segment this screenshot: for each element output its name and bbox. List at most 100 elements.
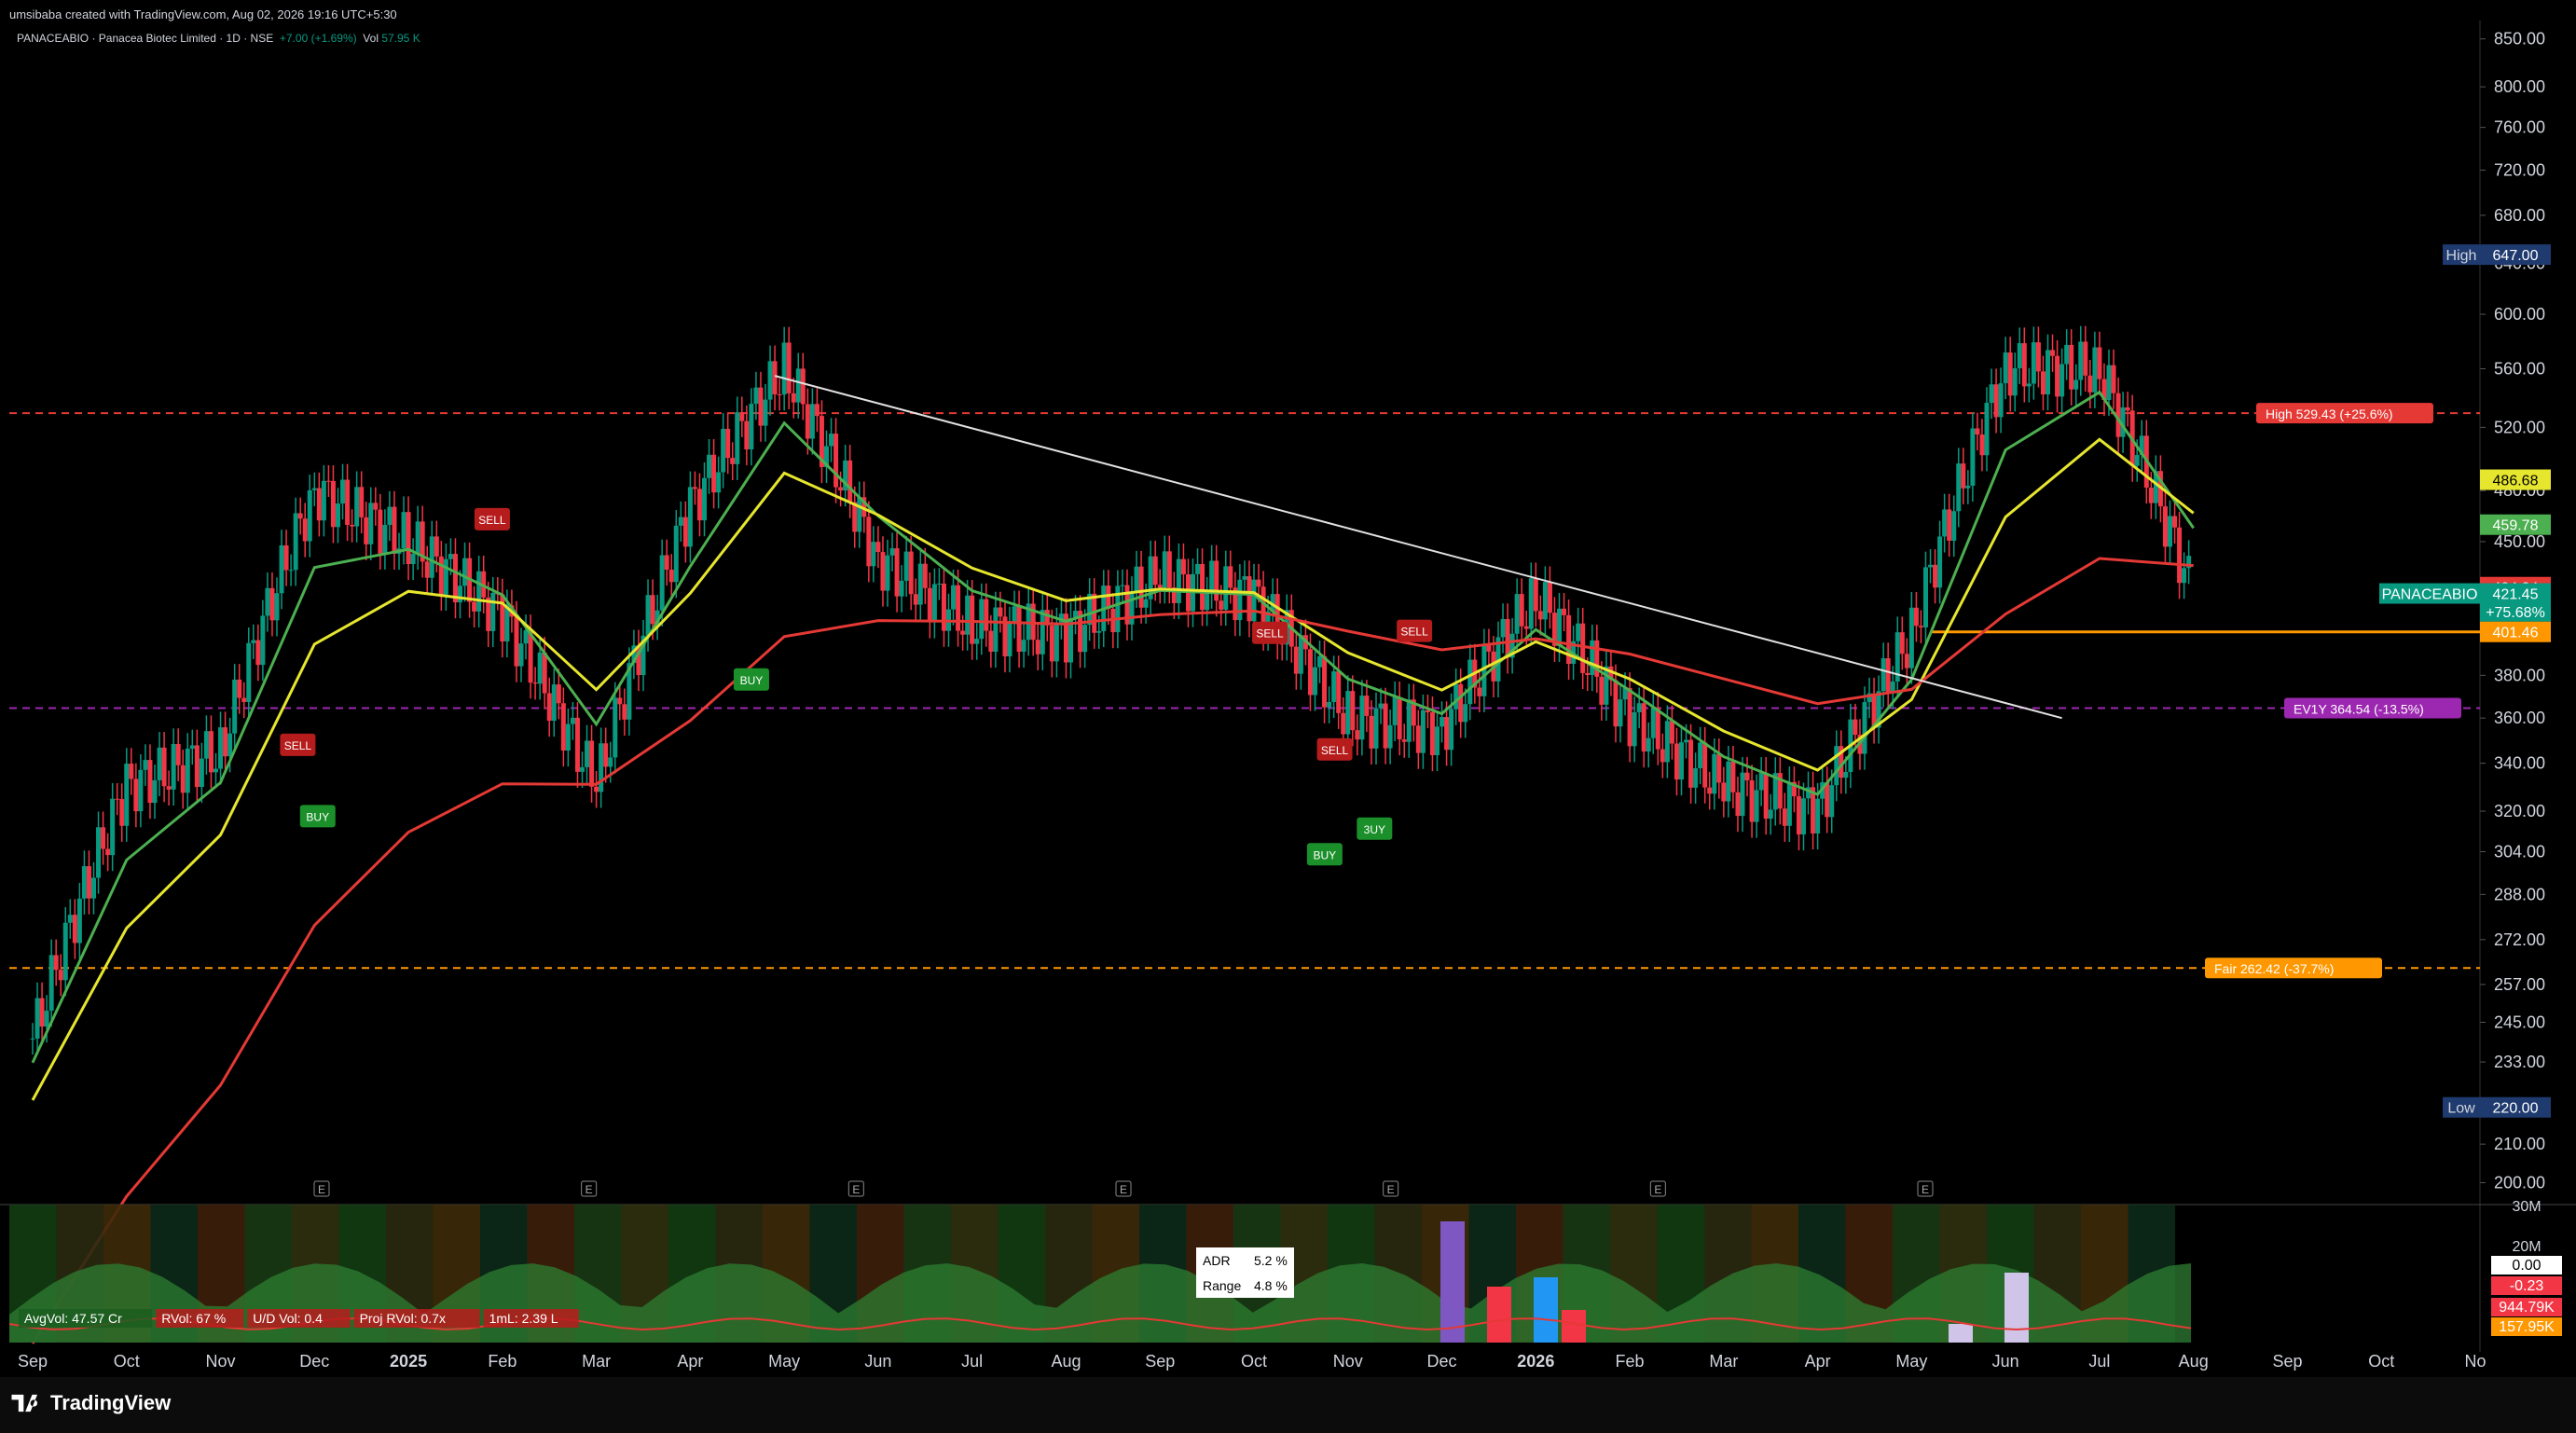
level-label: EV1Y 364.54 (-13.5%) <box>2294 702 2424 717</box>
x-tick-label: Mar <box>1709 1352 1738 1371</box>
earnings-label: E <box>852 1183 860 1196</box>
candle-body <box>1143 599 1149 608</box>
candle-body <box>1251 579 1257 622</box>
y-tick-label: 720.00 <box>2494 160 2545 179</box>
candle-body <box>659 555 665 611</box>
candle-body <box>1928 564 1934 568</box>
candle-body <box>1331 671 1337 702</box>
candle-body <box>1768 809 1773 820</box>
candle-body <box>1660 749 1665 763</box>
candle-body <box>175 744 181 765</box>
candle-body <box>345 479 351 525</box>
candle-body <box>364 517 369 544</box>
candle-body <box>1923 567 1928 627</box>
candle-body <box>1993 384 1999 418</box>
candle-body <box>1322 655 1328 708</box>
candle-body <box>696 489 702 521</box>
x-tick-label: Apr <box>1805 1352 1831 1371</box>
candle-body <box>908 551 914 595</box>
candle-body <box>1392 696 1398 725</box>
signal-label: SELL <box>1256 627 1284 641</box>
candle-body <box>133 779 139 812</box>
candle-body <box>556 684 561 704</box>
candle-body <box>1562 608 1567 615</box>
candle-body <box>795 368 801 403</box>
candle-body <box>1815 798 1821 834</box>
candle-body <box>283 544 289 571</box>
candle-body <box>1947 509 1952 541</box>
x-tick-label: Aug <box>2179 1352 2209 1371</box>
price-chart[interactable]: 850.00800.00760.00720.00680.00640.00600.… <box>0 0 2576 1377</box>
candle-body <box>246 642 252 702</box>
candle-body <box>744 420 750 450</box>
stat-text: U/D Vol: 0.4 <box>253 1311 323 1326</box>
candle-body <box>67 915 73 923</box>
x-tick-label: Jun <box>1992 1352 2019 1371</box>
tradingview-brand[interactable]: TradingView <box>11 1391 171 1415</box>
candle-body <box>2097 347 2102 379</box>
candle-body <box>448 554 453 559</box>
candle-body <box>960 630 966 635</box>
candle-body <box>1082 625 1088 653</box>
candle-body <box>1359 696 1365 740</box>
candle-body <box>1166 551 1172 588</box>
candle-body <box>956 585 961 631</box>
candle-body <box>39 998 45 1027</box>
candle-body <box>44 1011 49 1027</box>
symbol-tag: PANACEABIO <box>2382 587 2478 603</box>
candle-body <box>1406 699 1412 742</box>
x-tick-label: Apr <box>677 1352 703 1371</box>
candle-body <box>34 998 40 1039</box>
candle-body <box>1796 796 1801 834</box>
candle-body <box>2111 365 2116 393</box>
candle-body <box>702 477 707 521</box>
candle-body <box>941 583 946 631</box>
candle-body <box>293 513 298 571</box>
candle-body <box>265 587 270 616</box>
volume-bar <box>1534 1277 1558 1343</box>
candle-body <box>1749 780 1755 822</box>
volume-value: 57.95 K <box>381 32 420 45</box>
candle-body <box>951 585 957 610</box>
candle-body <box>30 1038 35 1040</box>
candle-body <box>1599 676 1605 705</box>
candle-body <box>260 615 266 666</box>
candle-body <box>1162 551 1167 588</box>
candle-body <box>1853 719 1858 736</box>
x-tick-label: Jul <box>961 1352 983 1371</box>
candle-body <box>814 404 820 417</box>
candle-body <box>1463 704 1468 723</box>
candle-body <box>574 717 580 772</box>
candle-body <box>711 454 717 493</box>
candle-body <box>359 487 365 517</box>
price-change: +7.00 (+1.69%) <box>279 32 357 45</box>
candle-body <box>1613 680 1619 727</box>
candle-body <box>1007 622 1012 657</box>
price-tag-label: Low <box>2447 1101 2475 1117</box>
candle-body <box>763 399 768 426</box>
candle-body <box>2125 406 2130 411</box>
candle-body <box>880 552 886 591</box>
candle-body <box>91 877 96 899</box>
candle-body <box>2172 516 2178 528</box>
candle-body <box>1500 618 1506 638</box>
signal-label: SELL <box>284 739 312 752</box>
candle-body <box>2182 568 2187 584</box>
signal-label: BUY <box>1314 848 1337 861</box>
candle-body <box>1345 691 1351 735</box>
candle-body <box>650 595 655 625</box>
candle-body <box>2003 352 2008 384</box>
candle-body <box>1200 564 1205 611</box>
candle-body <box>603 743 609 767</box>
candle-body <box>171 744 176 790</box>
x-tick-label: Sep <box>1145 1352 1175 1371</box>
candle-body <box>1801 798 1806 834</box>
candle-body <box>1885 658 1891 694</box>
candle-body <box>354 487 360 527</box>
candle-body <box>199 758 204 788</box>
candle-body <box>218 727 224 769</box>
candle-body <box>1679 742 1684 780</box>
candle-body <box>1096 630 1102 633</box>
candle-body <box>2046 350 2050 395</box>
x-tick-label: Dec <box>1427 1352 1457 1371</box>
